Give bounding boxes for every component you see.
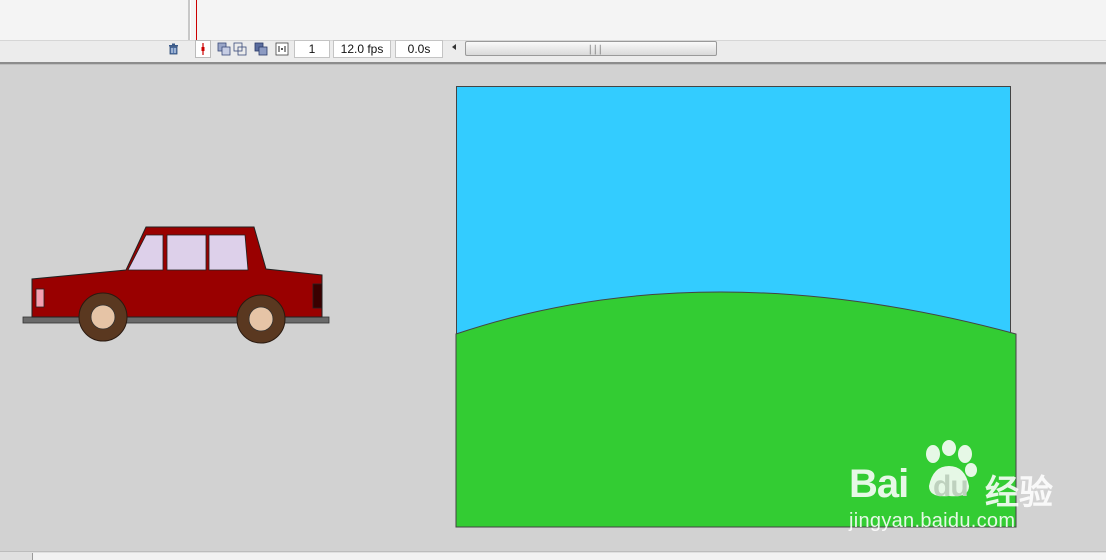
watermark-url: jingyan.baidu.com (849, 510, 1016, 532)
watermark-brand-du: du (933, 470, 969, 503)
modify-onion-markers-icon[interactable] (274, 41, 289, 56)
edit-multiple-frames-icon[interactable] (253, 41, 268, 56)
car-window-front (127, 234, 164, 271)
car-window-middle (166, 234, 207, 271)
car-headlight (35, 288, 45, 308)
scroll-left-arrow-icon[interactable] (452, 44, 456, 50)
elapsed-time-field[interactable]: 0.0s (395, 40, 443, 58)
current-frame-field[interactable]: 1 (294, 40, 330, 58)
watermark-suffix: 经验 (985, 473, 1053, 513)
car-graphic[interactable] (20, 220, 340, 350)
playhead-line[interactable] (196, 0, 197, 40)
timeline-frames-area[interactable] (0, 0, 1106, 40)
onion-skin-icon[interactable] (216, 41, 231, 56)
frame-rate-field[interactable]: 12.0 fps (333, 40, 391, 58)
baidu-watermark: Bai du 经验 jingyan.baidu.com (845, 440, 1055, 535)
timeline-border (0, 62, 1106, 65)
onion-skin-outlines-icon[interactable] (232, 41, 247, 56)
timeline-scrollbar-thumb[interactable]: │││ (465, 41, 717, 56)
center-frame-icon[interactable] (195, 40, 211, 58)
watermark-brand: Bai (849, 462, 909, 506)
car-hubcap-rear (248, 306, 274, 332)
trash-icon[interactable] (166, 41, 181, 56)
car-window-rear (208, 234, 249, 271)
car-hubcap-front (90, 304, 116, 330)
car-taillight (312, 283, 323, 309)
grip-icon: │││ (588, 45, 603, 54)
